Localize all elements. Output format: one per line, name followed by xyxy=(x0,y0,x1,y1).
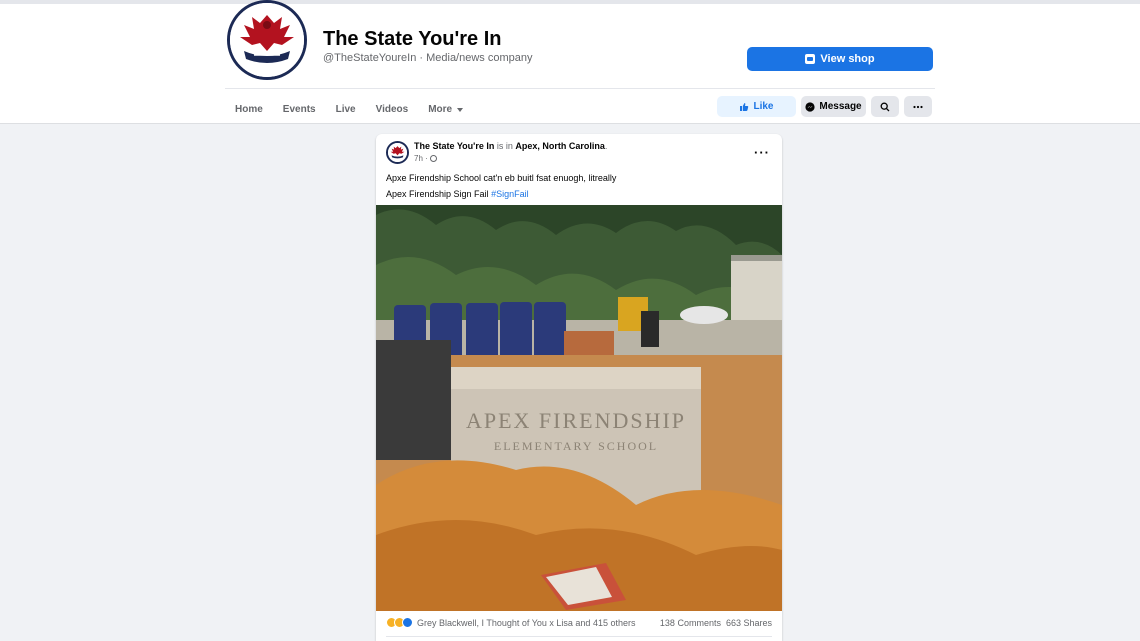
post-text-line2: Apex Firendship Sign Fail #SignFail xyxy=(386,186,616,202)
hashtag-link[interactable]: #SignFail xyxy=(491,189,529,199)
search-icon xyxy=(880,102,890,111)
post-divider xyxy=(386,636,772,637)
tab-more[interactable]: More xyxy=(418,96,473,124)
message-button[interactable]: Message xyxy=(801,96,866,117)
globe-icon xyxy=(429,155,437,162)
page-logo[interactable] xyxy=(227,0,307,80)
shop-icon xyxy=(805,54,816,64)
post-text-line2-body: Apex Firendship Sign Fail xyxy=(386,189,489,199)
tab-videos[interactable]: Videos xyxy=(366,96,419,124)
phoenix-logo-icon xyxy=(230,3,304,77)
message-label: Message xyxy=(819,101,862,112)
reactors-text[interactable]: Grey Blackwell, I Thought of You x Lisa … xyxy=(417,618,635,628)
post-time[interactable]: 7h · xyxy=(414,154,428,163)
tab-live[interactable]: Live xyxy=(326,96,366,124)
comments-count[interactable]: 138 Comments xyxy=(660,618,721,628)
like-button[interactable]: Like xyxy=(717,96,796,117)
sign-text-line2: ELEMENTARY SCHOOL xyxy=(494,439,658,453)
view-shop-button[interactable]: View shop xyxy=(747,47,933,71)
tab-videos-label: Videos xyxy=(375,104,409,115)
messenger-icon xyxy=(805,101,815,112)
page-tabs: Home Events Live Videos More xyxy=(225,96,473,124)
phoenix-logo-icon xyxy=(388,143,407,162)
caret-down-icon xyxy=(457,108,464,112)
reaction-icons[interactable] xyxy=(386,617,413,628)
page-header: The State You're In @TheStateYoureIn · M… xyxy=(0,0,1140,124)
tab-home[interactable]: Home xyxy=(225,96,273,124)
post-is-in: is in xyxy=(496,141,513,151)
tab-events-label: Events xyxy=(282,104,316,115)
page-title[interactable]: The State You're In xyxy=(323,28,502,51)
more-icon xyxy=(913,105,923,108)
post-photo[interactable]: APEX FIRENDSHIP ELEMENTARY SCHOOL xyxy=(376,205,782,611)
post-reactions-bar: Grey Blackwell, I Thought of You x Lisa … xyxy=(386,617,772,628)
shares-count[interactable]: 663 Shares xyxy=(726,618,772,628)
page-actions: Like Message xyxy=(717,96,932,117)
like-label: Like xyxy=(753,101,774,112)
page-subtitle: @TheStateYoureIn · Media/news company xyxy=(323,52,533,64)
post-options-button[interactable]: ··· xyxy=(754,145,770,160)
tab-home-label: Home xyxy=(235,104,263,115)
post-counts: 138 Comments 663 Shares xyxy=(660,618,772,628)
post-photo-illustration: APEX FIRENDSHIP ELEMENTARY SCHOOL xyxy=(376,205,782,611)
like-reaction-icon xyxy=(402,617,413,628)
like-icon xyxy=(740,102,749,111)
post-meta: 7h · xyxy=(414,154,437,163)
tab-live-label: Live xyxy=(335,104,356,115)
post-author-line: The State You're In is in Apex, North Ca… xyxy=(414,141,608,151)
tab-more-label: More xyxy=(428,104,453,115)
search-button[interactable] xyxy=(871,96,899,117)
post-author[interactable]: The State You're In xyxy=(414,141,494,151)
more-options-button[interactable] xyxy=(904,96,932,117)
post-text-line1: Apxe Firendship School cat'n eb buitl fs… xyxy=(386,173,617,183)
post-text: Apxe Firendship School cat'n eb buitl fs… xyxy=(386,170,616,202)
view-shop-label: View shop xyxy=(820,53,875,65)
post-card: The State You're In is in Apex, North Ca… xyxy=(376,134,782,641)
post-avatar[interactable] xyxy=(386,141,409,164)
sign-text-line1: APEX FIRENDSHIP xyxy=(466,408,686,433)
header-divider xyxy=(225,88,935,89)
tab-events[interactable]: Events xyxy=(273,96,326,124)
post-location[interactable]: Apex, North Carolina xyxy=(515,141,605,151)
